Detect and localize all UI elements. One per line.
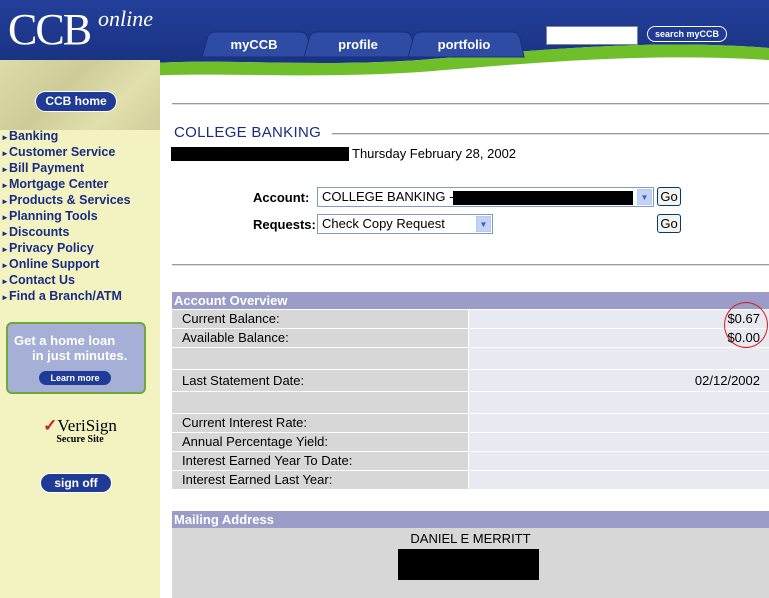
nav-online-support[interactable]: ►Online Support	[0, 256, 160, 272]
row-value	[469, 392, 769, 413]
divider	[332, 133, 769, 135]
row-label: Current Interest Rate:	[172, 414, 468, 432]
row-label: Available Balance:	[172, 329, 468, 347]
row-value: 02/12/2002	[469, 370, 769, 391]
requests-select-value: Check Copy Request	[322, 216, 445, 231]
chevron-down-icon[interactable]: ▼	[637, 189, 652, 205]
ccb-home-button[interactable]: CCB home	[35, 91, 117, 112]
mailing-name: DANIEL E MERRITT	[410, 531, 531, 546]
row-label: Interest Earned Last Year:	[172, 471, 468, 489]
tab-myccb[interactable]: myCCB	[202, 33, 306, 57]
mailing-address-heading: Mailing Address	[172, 511, 769, 528]
learn-more-button[interactable]: Learn more	[39, 371, 111, 385]
current-date: Thursday February 28, 2002	[352, 146, 517, 161]
table-row: Interest Earned Last Year:	[172, 471, 769, 490]
row-label: Current Balance:	[172, 310, 468, 328]
nav-customer-service[interactable]: ►Customer Service	[0, 144, 160, 160]
nav-label: Contact Us	[9, 273, 75, 287]
account-select[interactable]: COLLEGE BANKING - ▼	[317, 187, 654, 207]
nav-label: Online Support	[9, 257, 100, 271]
nav-privacy-policy[interactable]: ►Privacy Policy	[0, 240, 160, 256]
row-label: Last Statement Date:	[172, 370, 468, 391]
row-value	[469, 348, 769, 369]
tab-portfolio[interactable]: portfolio	[410, 33, 518, 57]
divider	[172, 103, 769, 105]
requests-label: Requests:	[253, 217, 316, 232]
account-label: Account:	[253, 190, 310, 205]
search-button[interactable]: search myCCB	[647, 26, 727, 42]
requests-go-button[interactable]: Go	[657, 214, 681, 233]
table-row: Annual Percentage Yield:	[172, 433, 769, 452]
sidebar: CCB home ►Banking ►Customer Service ►Bil…	[0, 60, 160, 598]
nav-label: Privacy Policy	[9, 241, 94, 255]
nav-label: Products & Services	[9, 193, 131, 207]
main-content: COLLEGE BANKING Thursday February 28, 20…	[160, 82, 769, 598]
nav-products-services[interactable]: ►Products & Services	[0, 192, 160, 208]
nav-contact-us[interactable]: ►Contact Us	[0, 272, 160, 288]
divider	[172, 264, 769, 266]
nav-label: Mortgage Center	[9, 177, 109, 191]
red-highlight-circle	[724, 302, 768, 348]
row-label: Annual Percentage Yield:	[172, 433, 468, 451]
account-go-button[interactable]: Go	[657, 187, 681, 206]
row-value	[469, 471, 769, 489]
verisign-seal[interactable]: ✓VeriSign Secure Site	[40, 416, 120, 445]
promo-headline: Get a home loan	[14, 333, 116, 348]
requests-select[interactable]: Check Copy Request ▼	[317, 214, 493, 234]
nav-label: Bill Payment	[9, 161, 85, 175]
table-row: Current Interest Rate:	[172, 414, 769, 433]
mailing-address-box: DANIEL E MERRITT	[172, 528, 769, 598]
account-overview-table: Current Balance: $0.67 Available Balance:…	[172, 310, 769, 490]
verisign-label: VeriSign	[57, 416, 117, 435]
nav-label: Customer Service	[9, 145, 116, 159]
table-row: Available Balance: $0.00	[172, 329, 769, 348]
checkmark-icon: ✓	[43, 416, 58, 435]
tab-profile[interactable]: profile	[306, 33, 410, 57]
verisign-logo: ✓VeriSign	[40, 416, 120, 436]
page-title: COLLEGE BANKING	[174, 124, 322, 141]
account-select-value: COLLEGE BANKING -	[322, 189, 454, 204]
table-row: Last Statement Date: 02/12/2002	[172, 370, 769, 392]
redacted-customer-name	[171, 147, 349, 161]
promo-subline: in just minutes.	[32, 348, 128, 363]
row-label	[172, 348, 468, 369]
nav-mortgage-center[interactable]: ►Mortgage Center	[0, 176, 160, 192]
row-value	[469, 433, 769, 451]
search-input[interactable]	[546, 26, 638, 45]
redacted-account-number	[453, 190, 634, 205]
table-row: Interest Earned Year To Date:	[172, 452, 769, 471]
nav-label: Banking	[9, 129, 59, 143]
nav-planning-tools[interactable]: ►Planning Tools	[0, 208, 160, 224]
nav-discounts[interactable]: ►Discounts	[0, 224, 160, 240]
account-overview-heading: Account Overview	[172, 292, 769, 309]
row-label: Interest Earned Year To Date:	[172, 452, 468, 470]
logo-subtitle: online	[98, 6, 153, 31]
home-loan-promo[interactable]: Get a home loan in just minutes. Learn m…	[6, 322, 146, 394]
nav-arrow-icon: ►	[1, 293, 9, 302]
nav-find-branch-atm[interactable]: ►Find a Branch/ATM	[0, 288, 160, 304]
redacted-address	[398, 549, 539, 580]
logo[interactable]: CCB	[8, 4, 92, 55]
row-value	[469, 414, 769, 432]
nav-label: Find a Branch/ATM	[9, 289, 122, 303]
table-row	[172, 348, 769, 370]
table-row	[172, 392, 769, 414]
sign-off-button[interactable]: sign off	[40, 473, 112, 493]
sidebar-nav: ►Banking ►Customer Service ►Bill Payment…	[0, 128, 160, 304]
nav-label: Planning Tools	[9, 209, 98, 223]
table-row: Current Balance: $0.67	[172, 310, 769, 329]
nav-bill-payment[interactable]: ►Bill Payment	[0, 160, 160, 176]
row-label	[172, 392, 468, 413]
nav-banking[interactable]: ►Banking	[0, 128, 160, 144]
chevron-down-icon[interactable]: ▼	[476, 216, 491, 232]
nav-label: Discounts	[9, 225, 70, 239]
row-value	[469, 452, 769, 470]
